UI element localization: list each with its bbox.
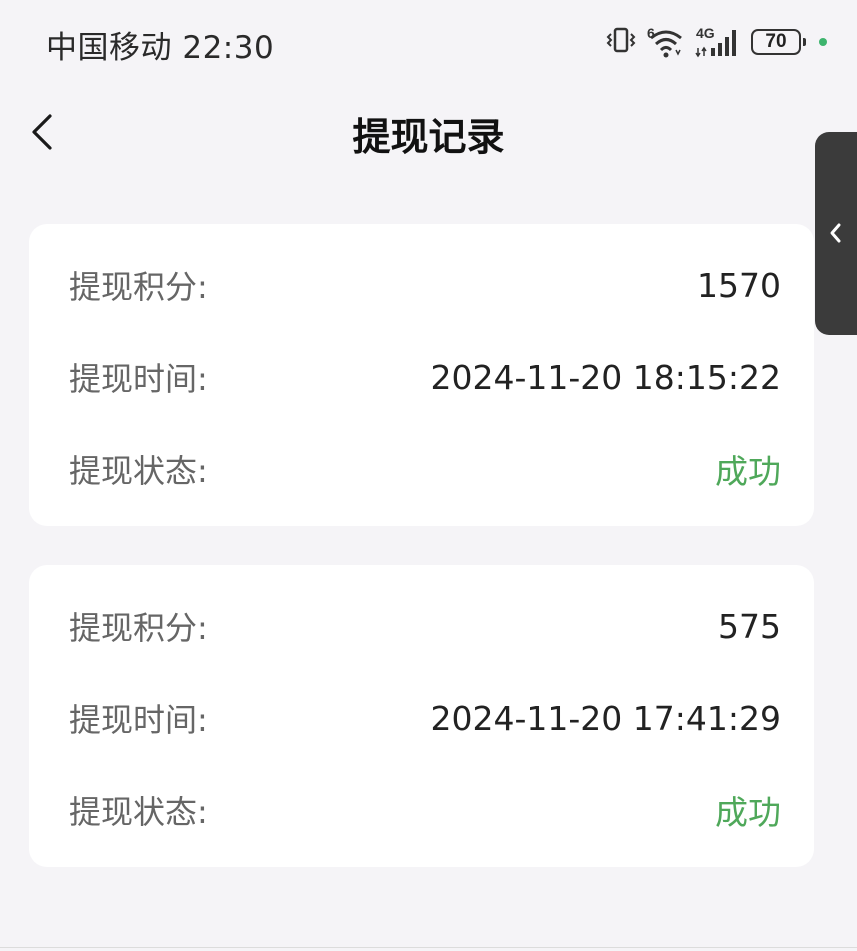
status-row: 提现状态: 成功 [69, 444, 781, 494]
nav-bar: 提现记录 [0, 84, 857, 180]
vibrate-icon [605, 25, 637, 59]
points-row: 提现积分: 575 [69, 601, 781, 651]
time-row: 提现时间: 2024-11-20 17:41:29 [69, 693, 781, 743]
page-title: 提现记录 [352, 115, 505, 159]
time-row: 提现时间: 2024-11-20 18:15:22 [69, 352, 781, 402]
points-label: 提现积分: [69, 268, 208, 306]
status-icons: 6 4G 70 [605, 24, 827, 60]
points-value: 575 [718, 606, 781, 646]
status-label: 提现状态: [69, 452, 208, 490]
time-label: 提现时间: [69, 701, 208, 739]
status-value: 成功 [715, 452, 781, 491]
time-label: 提现时间: [69, 360, 208, 398]
time-value: 2024-11-20 18:15:22 [430, 357, 781, 397]
side-panel-handle[interactable] [815, 132, 857, 335]
carrier-time: 中国移动 22:30 [46, 30, 275, 66]
battery-level: 70 [765, 31, 787, 52]
wifi-icon: 6 [647, 26, 685, 58]
status-dot [819, 38, 827, 46]
time-value: 2024-11-20 17:41:29 [430, 698, 781, 738]
status-label: 提现状态: [69, 793, 208, 831]
cellular-signal-icon: 4G [695, 26, 741, 58]
status-value: 成功 [715, 793, 781, 832]
record-card: 提现积分: 575 提现时间: 2024-11-20 17:41:29 提现状态… [29, 565, 814, 867]
status-bar: 中国移动 22:30 6 4G 70 [0, 0, 857, 84]
battery-icon: 70 [751, 29, 806, 55]
chevron-left-icon [830, 223, 841, 243]
bottom-divider [0, 947, 857, 948]
points-value: 1570 [697, 265, 781, 305]
record-card: 提现积分: 1570 提现时间: 2024-11-20 18:15:22 提现状… [29, 224, 814, 526]
points-row: 提现积分: 1570 [69, 260, 781, 310]
points-label: 提现积分: [69, 609, 208, 647]
status-row: 提现状态: 成功 [69, 785, 781, 835]
